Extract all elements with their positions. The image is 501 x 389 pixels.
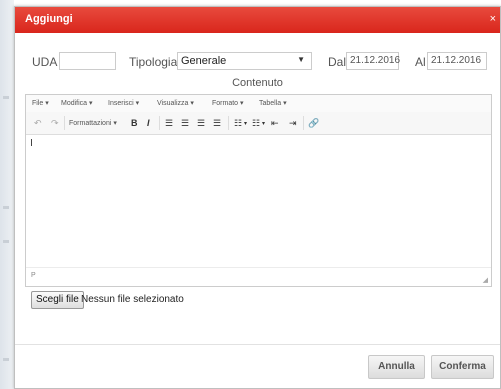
toolbar-separator xyxy=(159,116,160,130)
toolbar-separator xyxy=(64,116,65,130)
bullet-list-icon[interactable]: ☷ xyxy=(234,118,242,129)
menu-formato[interactable]: Formato ▾ xyxy=(212,99,244,107)
dal-label: Dal xyxy=(328,55,347,69)
numbered-list-icon[interactable]: ☷ xyxy=(252,118,260,129)
uda-label: UDA xyxy=(32,55,58,69)
dialog-title: Aggiungi xyxy=(25,13,73,25)
rich-text-editor: File ▾ Modifica ▾ Inserisci ▾ Visualizza… xyxy=(25,94,492,287)
element-path: P xyxy=(31,272,36,279)
tipologia-select[interactable]: Generale ▼ xyxy=(177,52,312,70)
dal-date-input[interactable]: 21.12.2016 xyxy=(346,52,400,70)
redo-icon[interactable]: ↷ xyxy=(51,118,59,129)
editor-content-area[interactable] xyxy=(26,135,491,268)
outdent-icon[interactable]: ⇤ xyxy=(271,118,279,129)
background-panel xyxy=(0,0,14,389)
editor-toolbar: ↶ ↷ Formattazioni ▾ B I ☰ ☰ ☰ ☰ ☷ ▾ ☷ ▾ … xyxy=(26,112,491,135)
footer-divider xyxy=(15,344,500,345)
background-marker xyxy=(3,96,9,99)
editor-statusbar: P ◢ xyxy=(26,267,491,286)
add-dialog: Aggiungi × UDA Tipologia Generale ▼ Dal … xyxy=(14,6,501,389)
close-icon[interactable]: × xyxy=(490,13,496,25)
align-justify-icon[interactable]: ☰ xyxy=(213,118,221,129)
bold-icon[interactable]: B xyxy=(131,118,138,128)
chevron-down-icon: ▼ xyxy=(297,55,305,64)
menu-modifica[interactable]: Modifica ▾ xyxy=(61,99,93,107)
al-date-input[interactable]: 21.12.2016 xyxy=(427,52,487,70)
menu-file[interactable]: File ▾ xyxy=(32,99,49,107)
toolbar-separator xyxy=(228,116,229,130)
tipologia-label: Tipologia xyxy=(129,55,178,69)
menu-visualizza[interactable]: Visualizza ▾ xyxy=(157,99,194,107)
chevron-down-icon[interactable]: ▾ xyxy=(244,120,247,127)
al-label: Al xyxy=(415,55,426,69)
editor-menubar: File ▾ Modifica ▾ Inserisci ▾ Visualizza… xyxy=(26,95,491,113)
undo-icon[interactable]: ↶ xyxy=(34,118,42,129)
background-marker xyxy=(3,358,9,361)
cancel-button[interactable]: Annulla xyxy=(368,355,425,379)
choose-file-button[interactable]: Scegli file xyxy=(31,291,84,309)
tipologia-select-value: Generale xyxy=(181,55,227,67)
align-center-icon[interactable]: ☰ xyxy=(181,118,189,129)
background-marker xyxy=(3,240,9,243)
dialog-titlebar: Aggiungi × xyxy=(15,7,500,33)
toolbar-separator xyxy=(303,116,304,130)
resize-handle-icon[interactable]: ◢ xyxy=(483,276,488,284)
uda-input[interactable] xyxy=(59,52,116,70)
text-cursor xyxy=(31,139,32,146)
confirm-button[interactable]: Conferma xyxy=(431,355,494,379)
background-marker xyxy=(3,206,9,209)
menu-inserisci[interactable]: Inserisci ▾ xyxy=(108,99,139,107)
contenuto-label: Contenuto xyxy=(232,77,283,89)
link-icon[interactable]: 🔗 xyxy=(308,118,319,129)
align-left-icon[interactable]: ☰ xyxy=(165,118,173,129)
chevron-down-icon[interactable]: ▾ xyxy=(262,120,265,127)
align-right-icon[interactable]: ☰ xyxy=(197,118,205,129)
file-status-text: Nessun file selezionato xyxy=(81,294,184,305)
menu-tabella[interactable]: Tabella ▾ xyxy=(259,99,287,107)
formats-dropdown[interactable]: Formattazioni ▾ xyxy=(69,119,117,127)
italic-icon[interactable]: I xyxy=(147,118,150,128)
indent-icon[interactable]: ⇥ xyxy=(289,118,297,129)
